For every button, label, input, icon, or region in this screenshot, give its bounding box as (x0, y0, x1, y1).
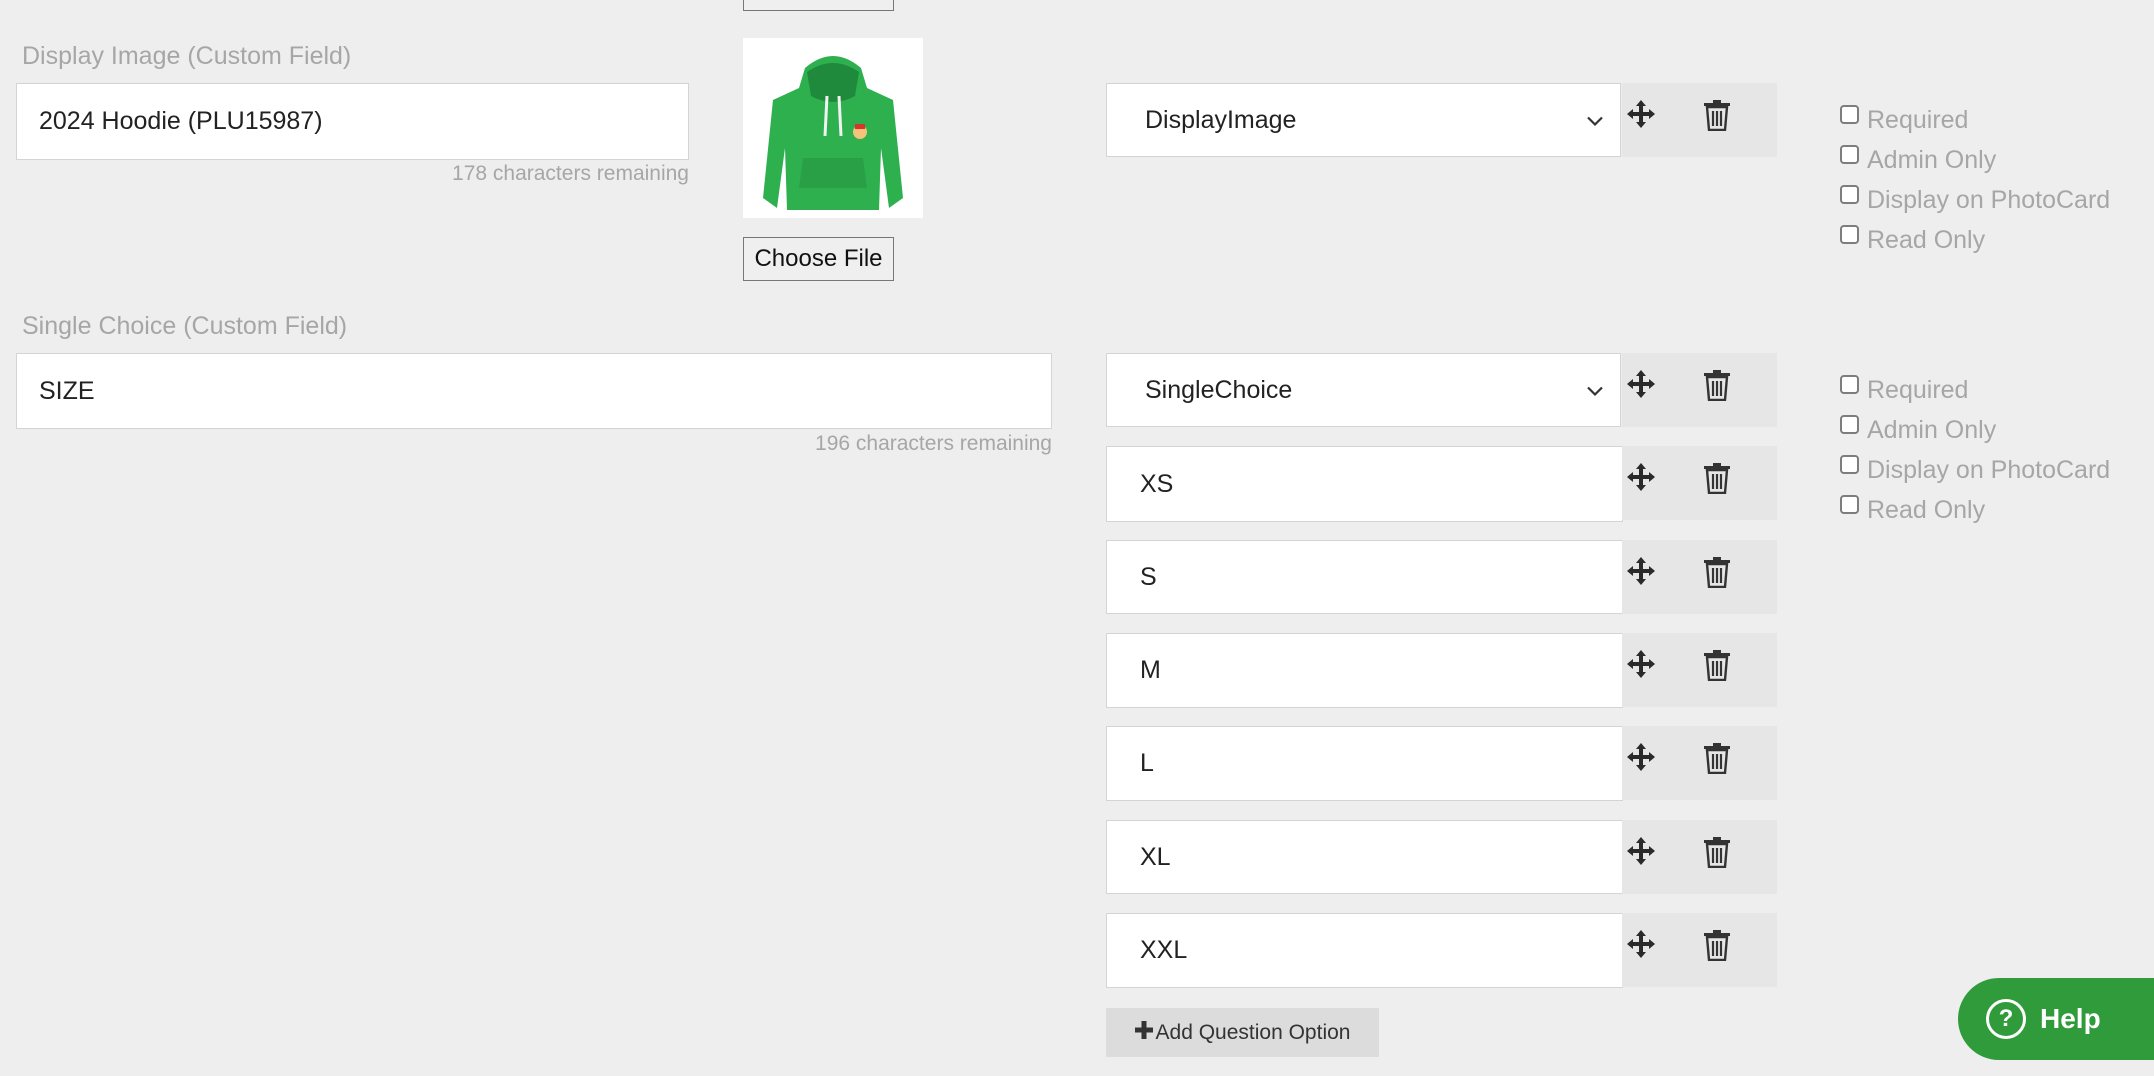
option-input[interactable]: S (1106, 540, 1623, 614)
trash-icon[interactable] (1703, 929, 1731, 966)
single-choice-characters-remaining: 196 characters remaining (815, 432, 1052, 455)
move-arrows-icon[interactable] (1626, 99, 1656, 134)
option-actions (1622, 913, 1777, 987)
display-image-section-label: Display Image (Custom Field) (22, 42, 352, 70)
plus-icon (1134, 1020, 1153, 1045)
display-on-photocard-checkbox-row[interactable]: Display on PhotoCard (1840, 180, 2110, 220)
chevron-down-icon (1586, 106, 1604, 135)
read-only-label: Read Only (1867, 495, 1986, 524)
option-input[interactable]: L (1106, 726, 1623, 801)
read-only-label: Read Only (1867, 225, 1986, 254)
add-question-option-button[interactable]: Add Question Option (1106, 1008, 1379, 1057)
display-on-photocard-checkbox-row[interactable]: Display on PhotoCard (1840, 450, 2110, 490)
move-arrows-icon[interactable] (1626, 462, 1656, 497)
single-choice-checkbox-group: Required Admin Only Display on PhotoCard… (1840, 370, 2110, 530)
read-only-checkbox-row[interactable]: Read Only (1840, 490, 2110, 530)
move-arrows-icon[interactable] (1626, 556, 1656, 591)
question-circle-icon: ? (1986, 999, 2026, 1039)
display-image-type-value: DisplayImage (1145, 105, 1297, 134)
option-value: XXL (1140, 936, 1188, 964)
move-arrows-icon[interactable] (1626, 836, 1656, 871)
help-button[interactable]: ? Help (1958, 978, 2154, 1060)
single-choice-type-select[interactable]: SingleChoice (1106, 353, 1621, 427)
display-image-characters-remaining: 178 characters remaining (452, 162, 689, 185)
option-value: M (1140, 656, 1161, 684)
trash-icon[interactable] (1703, 649, 1731, 686)
option-actions (1622, 633, 1777, 707)
option-input[interactable]: M (1106, 633, 1623, 708)
option-input[interactable]: XXL (1106, 913, 1623, 988)
required-checkbox-row[interactable]: Required (1840, 100, 2110, 140)
required-checkbox[interactable] (1840, 104, 1859, 124)
single-choice-question-input[interactable]: SIZE (16, 353, 1052, 429)
add-question-option-label: Add Question Option (1155, 1020, 1351, 1044)
display-image-name-value: 2024 Hoodie (PLU15987) (39, 107, 323, 135)
option-actions (1622, 820, 1777, 894)
option-value: XL (1140, 842, 1171, 871)
admin-only-checkbox[interactable] (1840, 144, 1859, 164)
single-choice-type-value: SingleChoice (1145, 375, 1293, 404)
display-on-photocard-checkbox[interactable] (1840, 184, 1859, 204)
option-actions (1622, 446, 1777, 520)
admin-only-checkbox[interactable] (1840, 414, 1859, 434)
display-on-photocard-label: Display on PhotoCard (1867, 185, 2111, 214)
single-choice-section-label: Single Choice (Custom Field) (22, 312, 348, 340)
trash-icon[interactable] (1703, 742, 1731, 779)
single-choice-actions (1622, 353, 1777, 427)
read-only-checkbox-row[interactable]: Read Only (1840, 220, 2110, 260)
read-only-checkbox[interactable] (1840, 494, 1859, 514)
trash-icon[interactable] (1703, 369, 1731, 406)
display-image-type-select[interactable]: DisplayImage (1106, 83, 1621, 157)
admin-only-label: Admin Only (1867, 415, 1997, 444)
display-image-actions (1622, 83, 1777, 157)
admin-only-label: Admin Only (1867, 145, 1997, 174)
required-checkbox-row[interactable]: Required (1840, 370, 2110, 410)
required-checkbox[interactable] (1840, 374, 1859, 394)
trash-icon[interactable] (1703, 556, 1731, 593)
option-actions (1622, 540, 1777, 614)
move-arrows-icon[interactable] (1626, 929, 1656, 964)
admin-only-checkbox-row[interactable]: Admin Only (1840, 410, 2110, 450)
chevron-down-icon (1586, 376, 1604, 405)
option-value: XS (1140, 469, 1174, 498)
trash-icon[interactable] (1703, 462, 1731, 499)
help-label: Help (2040, 1003, 2101, 1034)
admin-only-checkbox-row[interactable]: Admin Only (1840, 140, 2110, 180)
option-value: L (1140, 749, 1154, 777)
required-label: Required (1867, 375, 1969, 404)
hoodie-product-image (743, 38, 923, 218)
trash-icon[interactable] (1703, 99, 1731, 136)
display-on-photocard-checkbox[interactable] (1840, 454, 1859, 474)
option-actions (1622, 726, 1777, 800)
option-value: S (1140, 562, 1157, 591)
move-arrows-icon[interactable] (1626, 369, 1656, 404)
move-arrows-icon[interactable] (1626, 742, 1656, 777)
required-label: Required (1867, 105, 1969, 134)
option-input[interactable]: XL (1106, 820, 1623, 894)
display-image-checkbox-group: Required Admin Only Display on PhotoCard… (1840, 100, 2110, 260)
read-only-checkbox[interactable] (1840, 224, 1859, 244)
choose-file-button[interactable]: Choose File (743, 237, 894, 281)
option-input[interactable]: XS (1106, 446, 1623, 522)
move-arrows-icon[interactable] (1626, 649, 1656, 684)
display-on-photocard-label: Display on PhotoCard (1867, 455, 2111, 484)
display-image-name-input[interactable]: 2024 Hoodie (PLU15987) (16, 83, 689, 160)
trash-icon[interactable] (1703, 836, 1731, 873)
single-choice-question-value: SIZE (39, 376, 95, 405)
previous-choose-file-button[interactable] (743, 0, 894, 11)
